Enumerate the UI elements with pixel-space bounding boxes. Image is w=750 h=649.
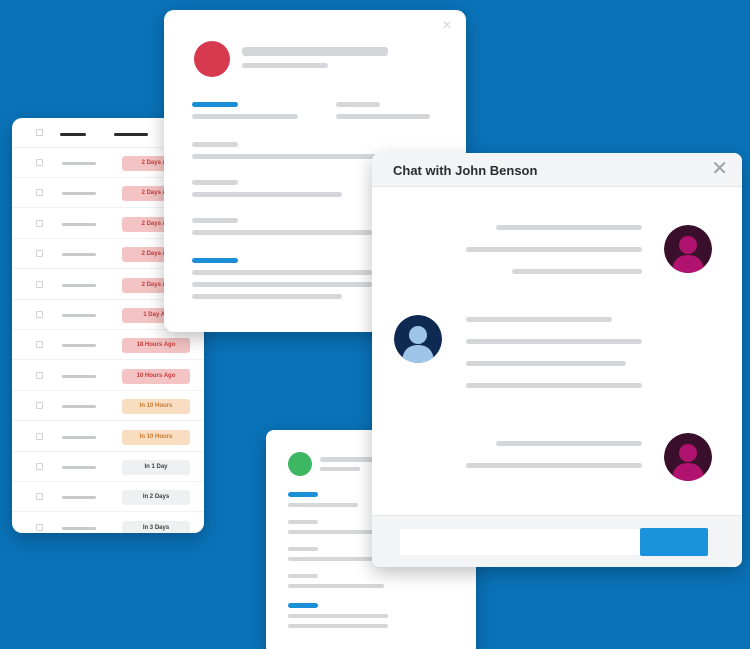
chat-window: Chat with John Benson ✕ <box>372 153 742 567</box>
row-checkbox[interactable] <box>36 280 43 288</box>
row-checkbox[interactable] <box>36 463 43 470</box>
field-value-placeholder <box>192 192 342 197</box>
table-row[interactable]: In 10 Hours <box>12 391 204 422</box>
chat-title: Chat with John Benson <box>393 163 538 178</box>
select-all-checkbox[interactable] <box>36 129 43 136</box>
table-row[interactable]: In 1 Day <box>12 452 204 482</box>
row-checkbox[interactable] <box>36 493 43 501</box>
chat-composer <box>372 515 742 567</box>
field-value-placeholder <box>288 584 384 588</box>
status-badge: In 2 Days <box>122 490 190 506</box>
field-label-placeholder <box>192 180 238 185</box>
chat-header: Chat with John Benson ✕ <box>372 153 742 187</box>
table-row[interactable]: In 3 Days <box>12 513 204 533</box>
send-button[interactable] <box>640 528 708 556</box>
message-line <box>466 247 642 252</box>
close-icon[interactable]: ✕ <box>711 159 728 179</box>
status-badge: In 10 Hours <box>122 399 190 415</box>
row-checkbox[interactable] <box>36 432 43 440</box>
status-badge: 18 Hours Ago <box>122 338 190 354</box>
row-name-placeholder <box>62 222 96 226</box>
message-line <box>512 269 642 274</box>
field-value-placeholder <box>192 114 298 119</box>
table-row[interactable]: 10 Hours Ago <box>12 361 204 391</box>
message-line <box>466 361 626 366</box>
person-icon <box>664 225 712 273</box>
section-label-accent <box>192 258 238 263</box>
row-checkbox[interactable] <box>36 189 43 197</box>
user-avatar <box>394 315 442 363</box>
field-label-placeholder <box>288 574 318 578</box>
field-label-placeholder <box>192 142 238 147</box>
message-line <box>496 441 642 446</box>
section-label-accent <box>288 492 318 497</box>
avatar <box>194 41 230 77</box>
row-name-placeholder <box>62 162 96 165</box>
row-name-placeholder <box>62 374 96 378</box>
field-label-placeholder <box>336 102 380 107</box>
table-row[interactable]: In 2 Days <box>12 482 204 513</box>
message-line <box>496 225 642 230</box>
contact-avatar <box>664 433 712 481</box>
field-label-placeholder <box>288 547 318 551</box>
section-label-accent <box>288 603 318 608</box>
row-name-placeholder <box>62 466 96 469</box>
row-name-placeholder <box>62 192 96 196</box>
status-badge: In 10 Hours <box>122 429 190 445</box>
field-label-placeholder <box>192 218 238 223</box>
message-line <box>466 383 642 388</box>
row-name-placeholder <box>62 253 96 257</box>
person-icon <box>664 433 712 481</box>
row-checkbox[interactable] <box>36 523 43 531</box>
field-value-placeholder <box>192 270 372 275</box>
person-icon <box>394 315 442 363</box>
row-name-placeholder <box>62 526 96 530</box>
contact-avatar <box>664 225 712 273</box>
table-row[interactable]: 18 Hours Ago <box>12 330 204 361</box>
row-name-placeholder <box>62 283 96 287</box>
status-badge: In 1 Day <box>122 460 190 475</box>
column-header-due[interactable] <box>114 133 148 136</box>
message-line <box>466 339 642 344</box>
row-name-placeholder <box>62 344 96 348</box>
column-header-name[interactable] <box>60 133 86 136</box>
row-checkbox[interactable] <box>36 250 43 258</box>
field-label-placeholder <box>288 520 318 524</box>
field-value-placeholder <box>288 624 388 628</box>
field-value-placeholder <box>336 114 430 119</box>
contact-subtitle-placeholder <box>320 467 360 471</box>
field-value-placeholder <box>288 503 358 507</box>
row-name-placeholder <box>62 314 96 317</box>
message-line <box>466 317 612 322</box>
table-row[interactable]: In 10 Hours <box>12 422 204 452</box>
section-label-accent <box>192 102 238 107</box>
row-checkbox[interactable] <box>36 219 43 227</box>
row-checkbox[interactable] <box>36 159 43 166</box>
row-name-placeholder <box>62 496 96 500</box>
message-line <box>466 463 642 468</box>
field-value-placeholder <box>192 294 342 299</box>
row-checkbox[interactable] <box>36 371 43 379</box>
row-checkbox[interactable] <box>36 341 43 349</box>
message-input[interactable] <box>400 529 658 555</box>
status-badge: In 3 Days <box>122 520 190 533</box>
row-checkbox[interactable] <box>36 402 43 410</box>
avatar <box>288 452 312 476</box>
contact-name-placeholder <box>242 47 388 56</box>
contact-name-placeholder <box>320 457 374 462</box>
close-icon[interactable]: ✕ <box>442 18 452 32</box>
field-value-placeholder <box>288 614 388 618</box>
field-value-placeholder <box>288 557 378 561</box>
row-name-placeholder <box>62 405 96 409</box>
row-name-placeholder <box>62 435 96 439</box>
field-value-placeholder <box>192 282 372 287</box>
field-value-placeholder <box>192 230 372 235</box>
contact-subtitle-placeholder <box>242 63 328 68</box>
row-checkbox[interactable] <box>36 311 43 318</box>
status-badge: 10 Hours Ago <box>122 368 190 384</box>
